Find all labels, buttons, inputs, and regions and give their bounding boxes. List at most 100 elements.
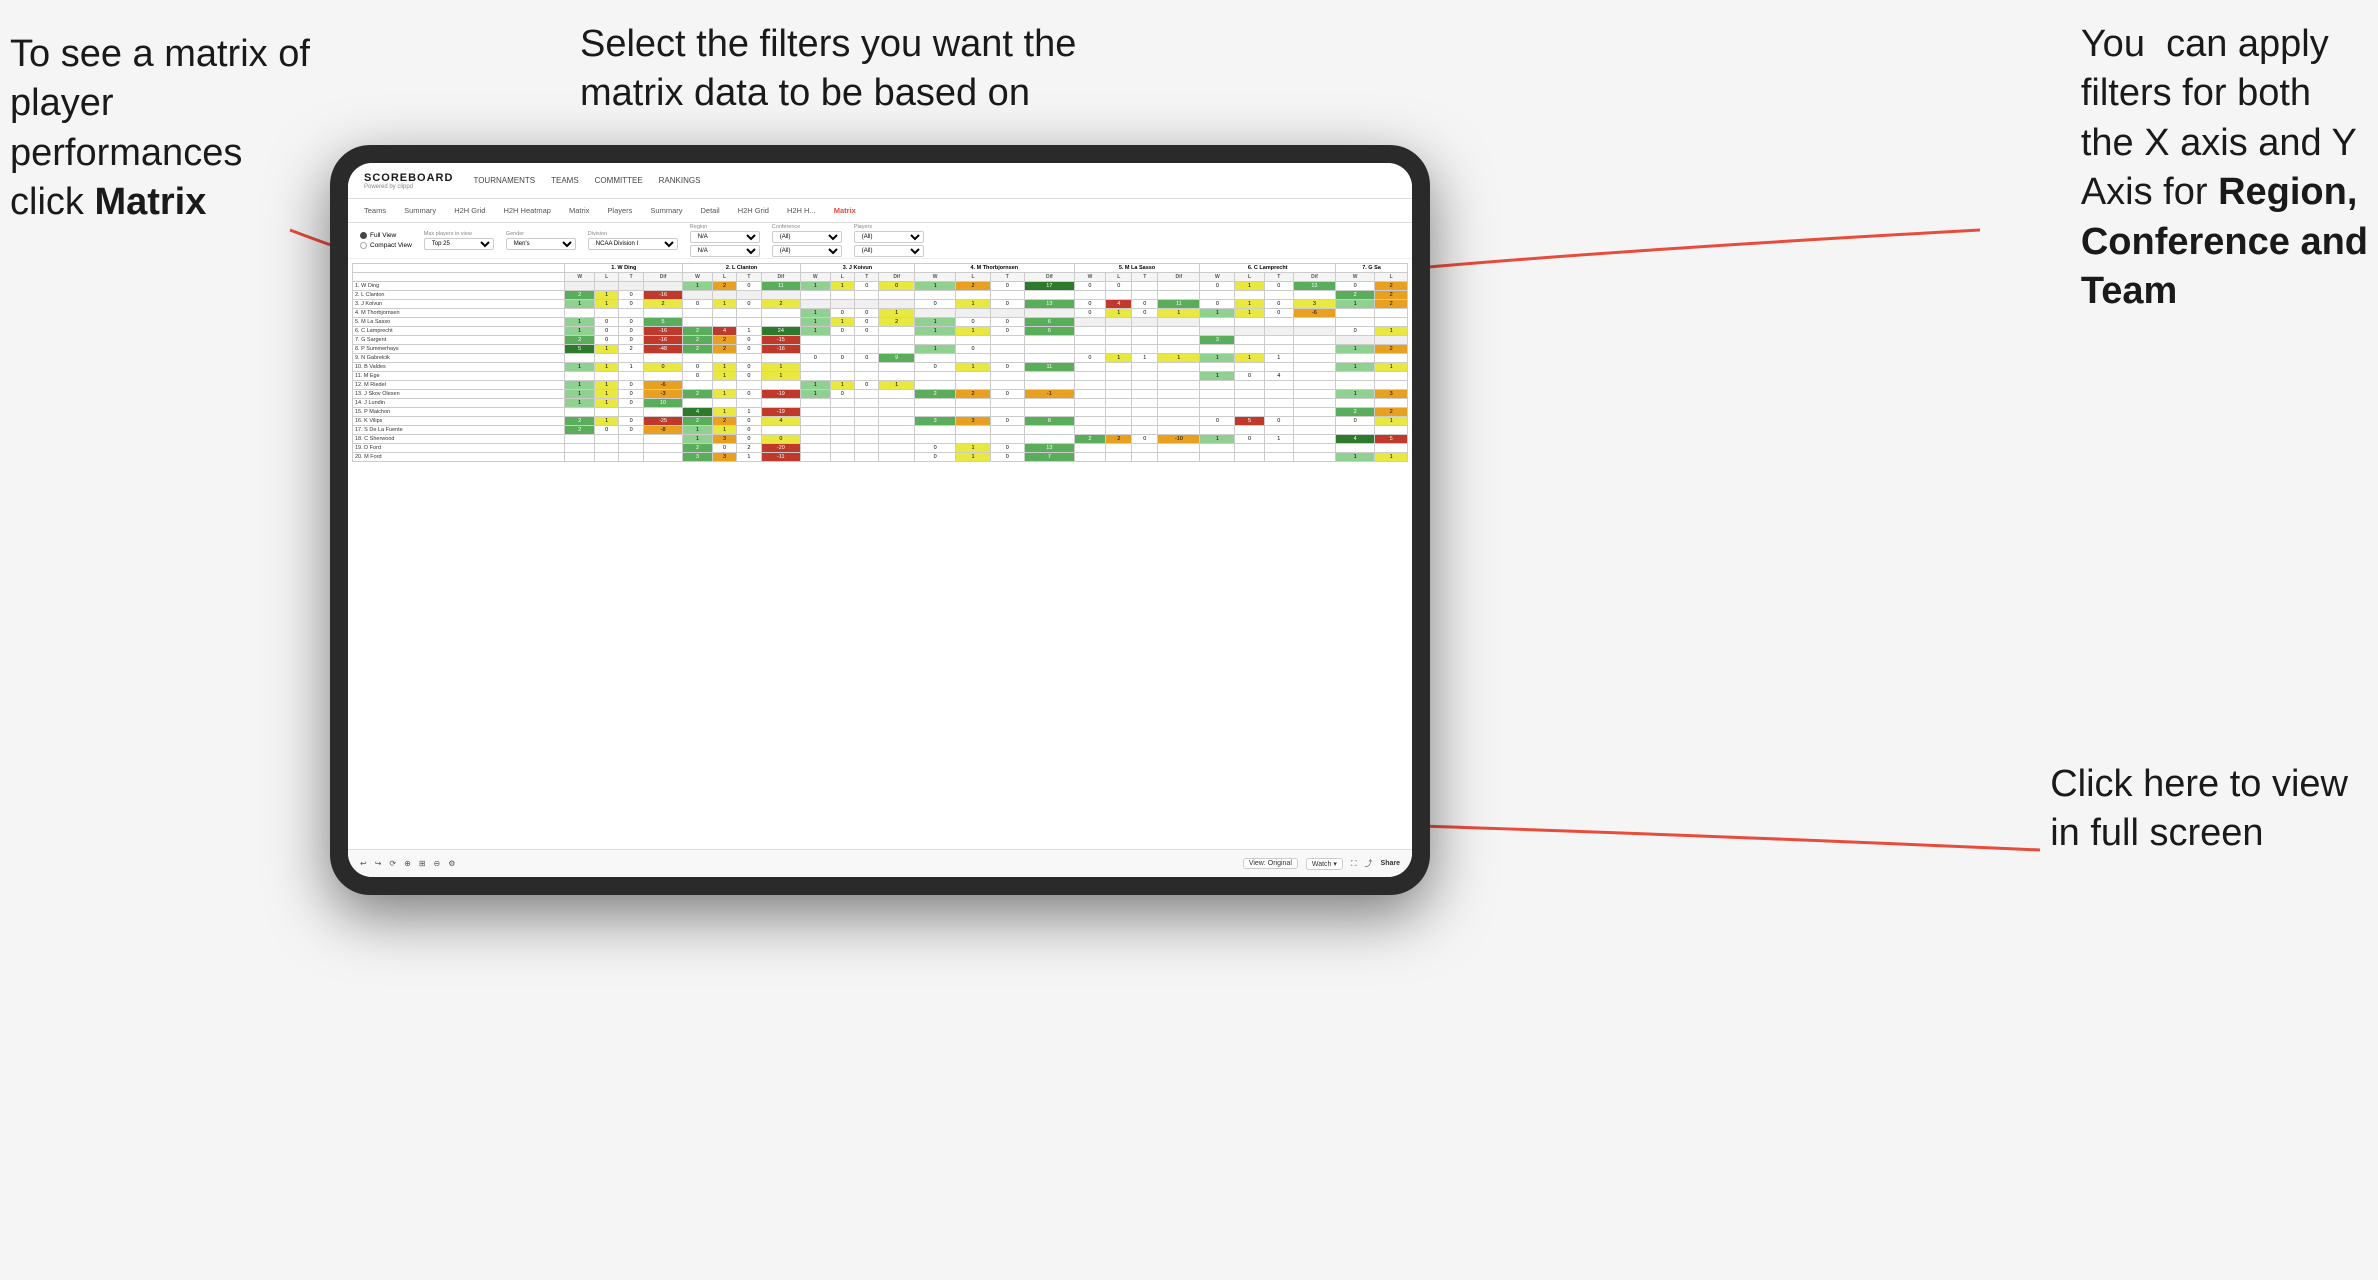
sub-nav-h2h-grid2[interactable]: H2H Grid [734, 204, 773, 217]
cell-r2-c3-1: 1 [956, 300, 990, 309]
cell-r5-c0-2: 0 [619, 327, 643, 336]
sub-l6: L [1235, 273, 1264, 282]
cell-r15-c4-3 [1158, 417, 1200, 426]
nav-tournaments[interactable]: TOURNAMENTS [473, 176, 535, 185]
minus-icon[interactable]: ⊖ [434, 859, 441, 868]
row-header-7: 8. P Summerhays [353, 345, 565, 354]
cell-r5-c5-0 [1200, 327, 1235, 336]
cell-r1-c0-1: 1 [594, 291, 618, 300]
share-icon[interactable]: ⤴ [1365, 858, 1373, 869]
cell-r14-c0-0 [565, 408, 595, 417]
cell-r3-c0-2 [619, 309, 643, 318]
matrix-area[interactable]: 1. W Ding 2. L Clanton 3. J Koivun 4. M … [348, 259, 1412, 849]
annotation-top-right: You can apply filters for both the X axi… [2081, 20, 2368, 316]
cell-r12-c4-0 [1074, 390, 1105, 399]
sub-nav-matrix2[interactable]: Matrix [830, 204, 860, 217]
cell-r19-c1-3: -11 [761, 453, 800, 462]
cell-r12-c6-1: 3 [1375, 390, 1408, 399]
cell-r7-c0-1: 1 [594, 345, 618, 354]
cell-r14-c4-0 [1074, 408, 1105, 417]
cell-r15-c5-1: 5 [1235, 417, 1264, 426]
gender-select[interactable]: Men's [506, 238, 576, 250]
screen-icon[interactable]: ⛶ [1351, 859, 1357, 869]
cell-r13-c4-1 [1106, 399, 1132, 408]
division-select[interactable]: NCAA Division I [588, 238, 678, 250]
undo-icon[interactable]: ↩ [360, 859, 367, 868]
sub-nav-detail[interactable]: Detail [697, 204, 724, 217]
compact-view-radio[interactable]: Compact View [360, 242, 412, 249]
cell-r18-c5-3 [1293, 444, 1335, 453]
table-row: 20. M Ford331-11010711 [353, 453, 1408, 462]
row-header-8: 9. N Gabrelcik [353, 354, 565, 363]
sub-nav-summary[interactable]: Summary [400, 204, 440, 217]
cell-r0-c2-0: 1 [801, 282, 831, 291]
cell-r12-c0-0: 1 [565, 390, 595, 399]
cell-r17-c5-0: 1 [1200, 435, 1235, 444]
matrix-sub-corner [353, 273, 565, 282]
conference-select-y[interactable]: (All) [772, 245, 842, 257]
sub-l1: L [594, 273, 618, 282]
conference-select-x[interactable]: (All) [772, 231, 842, 243]
cell-r17-c3-0 [914, 435, 955, 444]
cell-r9-c6-1: 1 [1375, 363, 1408, 372]
cell-r17-c2-0 [801, 435, 831, 444]
logo-scoreboard: SCOREBOARD [364, 172, 453, 184]
sub-nav-matrix[interactable]: Matrix [565, 204, 593, 217]
nav-committee[interactable]: COMMITTEE [595, 176, 643, 185]
share-btn[interactable]: Share [1381, 860, 1400, 867]
main-nav: TOURNAMENTS TEAMS COMMITTEE RANKINGS [473, 176, 700, 185]
cell-r10-c1-0: 0 [683, 372, 713, 381]
cell-r1-c1-1 [712, 291, 736, 300]
region-select-x[interactable]: N/A [690, 231, 760, 243]
cell-r2-c0-1: 1 [594, 300, 618, 309]
sub-nav-h2h-h[interactable]: H2H H... [783, 204, 820, 217]
sub-l4: L [956, 273, 990, 282]
row-header-15: 16. K Vilips [353, 417, 565, 426]
view-original-btn[interactable]: View: Original [1243, 858, 1298, 869]
settings-icon[interactable]: ⚙ [448, 859, 455, 868]
cell-r6-c1-2: 0 [737, 336, 761, 345]
region-select-y[interactable]: N/A [690, 245, 760, 257]
cell-r4-c3-3: 6 [1024, 318, 1074, 327]
cell-r10-c1-2: 0 [737, 372, 761, 381]
cell-r1-c3-0 [914, 291, 955, 300]
nav-teams[interactable]: TEAMS [551, 176, 579, 185]
cell-r1-c0-3: -16 [643, 291, 682, 300]
sub-nav-teams[interactable]: Teams [360, 204, 390, 217]
cell-r7-c2-2 [855, 345, 879, 354]
players-select-y[interactable]: (All) [854, 245, 924, 257]
cell-r0-c6-1: 2 [1375, 282, 1408, 291]
grid-icon[interactable]: ⊞ [419, 859, 426, 868]
full-view-radio[interactable]: Full View [360, 232, 412, 239]
cell-r0-c5-2: 0 [1264, 282, 1293, 291]
players-select-x[interactable]: (All) [854, 231, 924, 243]
cell-r16-c0-1: 0 [594, 426, 618, 435]
cell-r11-c3-1 [956, 381, 990, 390]
cell-r14-c1-0: 4 [683, 408, 713, 417]
max-players-select[interactable]: Top 25 [424, 238, 494, 250]
cell-r9-c4-0 [1074, 363, 1105, 372]
nav-rankings[interactable]: RANKINGS [659, 176, 701, 185]
sub-nav-summary2[interactable]: Summary [646, 204, 686, 217]
sub-nav-h2h-heatmap[interactable]: H2H Heatmap [499, 204, 555, 217]
col-header-6: 6. C Lamprecht [1200, 264, 1336, 273]
cell-r7-c0-2: 2 [619, 345, 643, 354]
watch-btn[interactable]: Watch ▾ [1306, 858, 1343, 870]
table-row: 11. M Ege0101104 [353, 372, 1408, 381]
division-filter: Division NCAA Division I [588, 231, 678, 250]
reload-icon[interactable]: ⟳ [389, 859, 396, 868]
matrix-table: 1. W Ding 2. L Clanton 3. J Koivun 4. M … [352, 263, 1408, 462]
redo-icon[interactable]: ↪ [375, 859, 382, 868]
row-header-4: 5. M La Sasso [353, 318, 565, 327]
cell-r13-c4-0 [1074, 399, 1105, 408]
cell-r11-c1-0 [683, 381, 713, 390]
cell-r9-c5-2 [1264, 363, 1293, 372]
sub-nav-h2h-grid[interactable]: H2H Grid [450, 204, 489, 217]
cell-r19-c6-1: 1 [1375, 453, 1408, 462]
cell-r8-c0-1 [594, 354, 618, 363]
sub-nav-players[interactable]: Players [603, 204, 636, 217]
cell-r8-c3-0 [914, 354, 955, 363]
col-header-7: 7. G Sa [1336, 264, 1408, 273]
plus-icon[interactable]: ⊕ [404, 859, 411, 868]
cell-r18-c1-2: 2 [737, 444, 761, 453]
